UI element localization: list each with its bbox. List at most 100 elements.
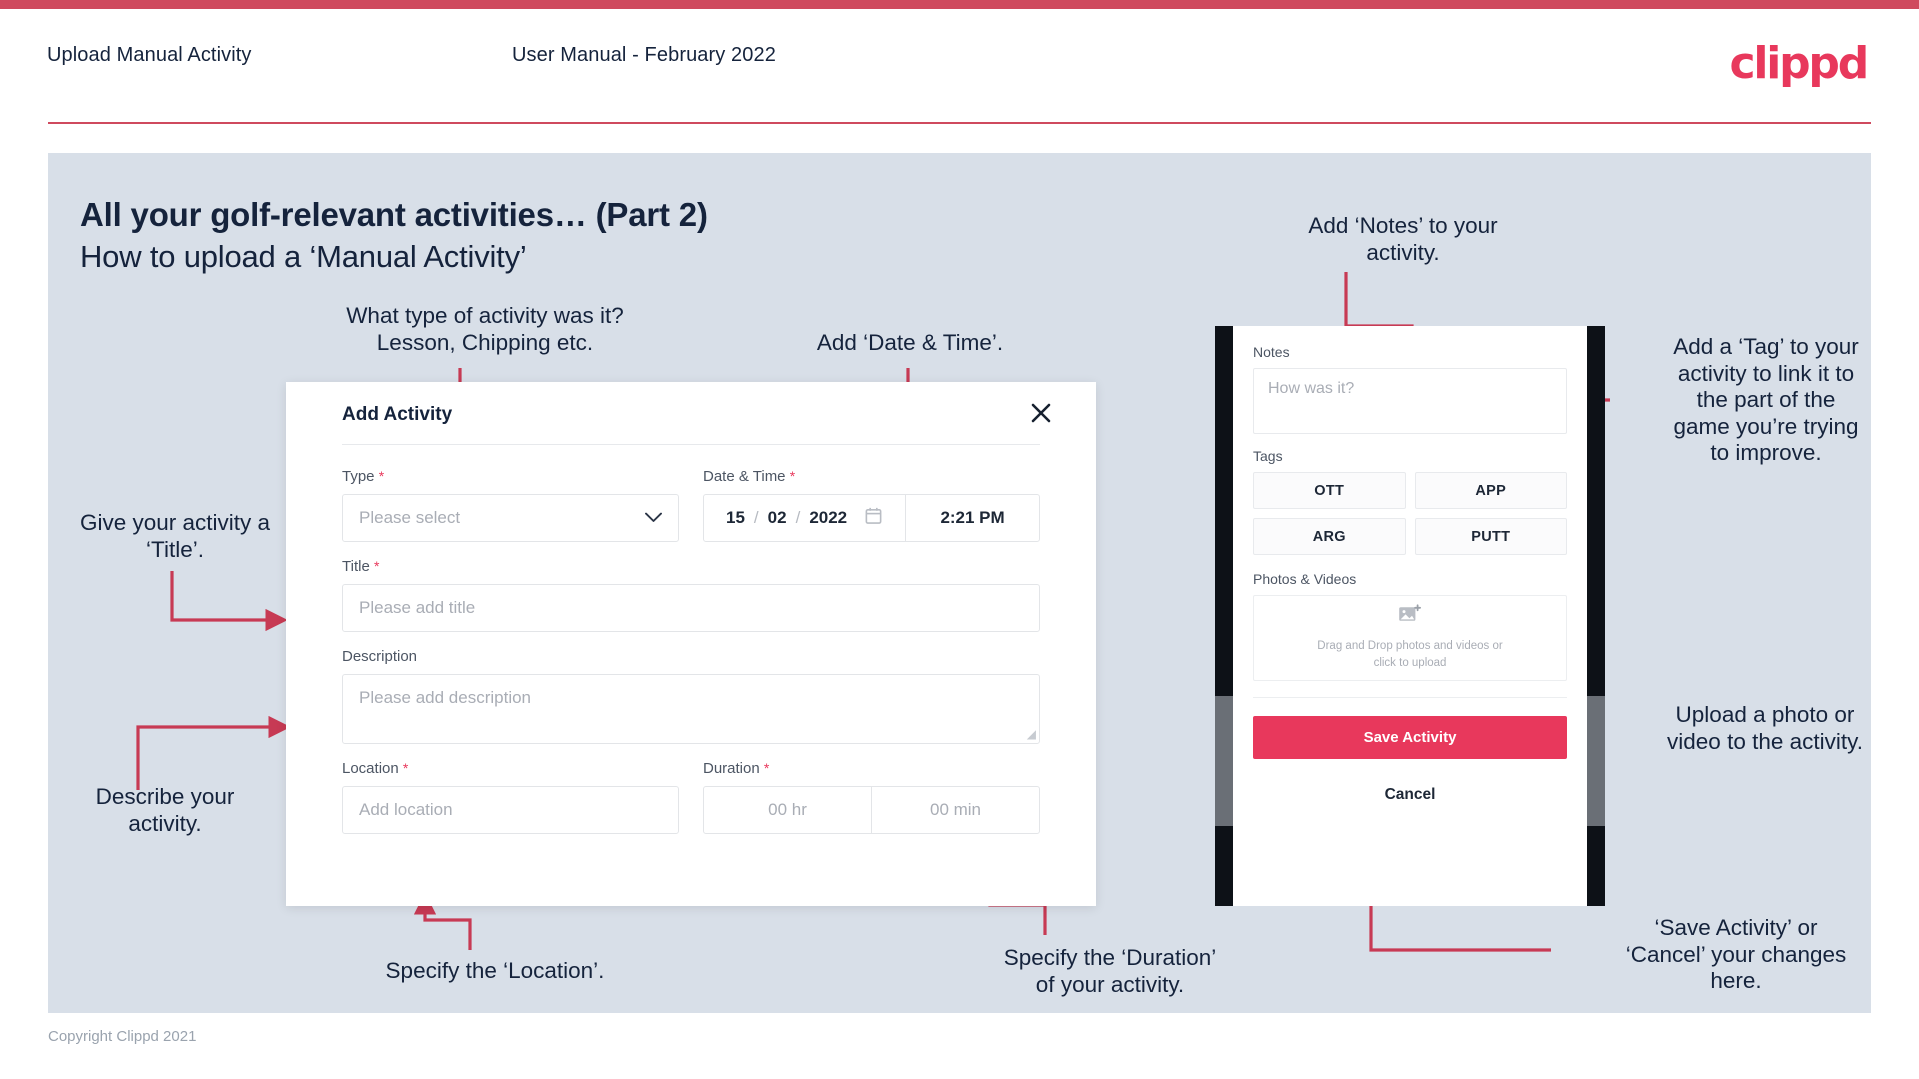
- description-label: Description: [342, 648, 1040, 665]
- annotation-duration: Specify the ‘Duration’ of your activity.: [1003, 945, 1217, 997]
- resize-grip-icon[interactable]: ◢: [1027, 727, 1036, 741]
- tag-button-arg[interactable]: ARG: [1253, 518, 1406, 555]
- row-location-duration: Location * Add location Duration * 00 hr: [342, 760, 1040, 834]
- save-activity-button[interactable]: Save Activity: [1253, 716, 1567, 759]
- title-label-text: Title: [342, 558, 370, 575]
- date-sep-2: /: [795, 508, 801, 527]
- date-input[interactable]: 15 / 02 / 2022: [704, 495, 907, 541]
- chevron-down-icon: [645, 510, 662, 527]
- location-input[interactable]: Add location: [342, 786, 679, 834]
- duration-minutes-input[interactable]: 00 min: [872, 787, 1039, 833]
- date-month: 02: [767, 508, 787, 527]
- type-required-asterisk: *: [378, 468, 385, 484]
- phone-tags-grid: OTT APP ARG PUTT: [1253, 472, 1567, 555]
- phone-notes-label: Notes: [1253, 344, 1290, 360]
- phone-tags-label: Tags: [1253, 448, 1283, 464]
- top-accent-strip: [0, 0, 1919, 9]
- duration-required-asterisk: *: [763, 760, 770, 776]
- duration-label: Duration *: [703, 760, 1040, 777]
- datetime-label-text: Date & Time: [703, 468, 786, 485]
- title-placeholder: Please add title: [359, 598, 476, 617]
- title-required-asterisk: *: [373, 558, 380, 574]
- tag-button-ott[interactable]: OTT: [1253, 472, 1406, 509]
- date-day: 15: [726, 508, 745, 527]
- datetime-label: Date & Time *: [703, 468, 1040, 485]
- phone-notes-group: Notes How was it?: [1253, 344, 1567, 434]
- phone-divider: [1253, 697, 1567, 698]
- datetime-field: 15 / 02 / 2022 2:21 PM: [703, 494, 1040, 542]
- dialog-divider: [342, 444, 1040, 445]
- field-group-location: Location * Add location: [342, 760, 679, 834]
- phone-upload-dropzone[interactable]: Drag and Drop photos and videos or click…: [1253, 595, 1567, 681]
- dialog-body: Type * Please select Date & Time * 15 / …: [342, 468, 1040, 834]
- add-image-icon: [1398, 604, 1422, 631]
- header-divider: [48, 122, 1871, 124]
- dialog-title: Add Activity: [342, 404, 453, 425]
- phone-bezel-left: [1215, 326, 1233, 906]
- location-placeholder: Add location: [359, 800, 453, 819]
- field-group-datetime: Date & Time * 15 / 02 / 2022 2:21 PM: [703, 468, 1040, 542]
- phone-photos-label: Photos & Videos: [1253, 571, 1357, 587]
- type-placeholder: Please select: [359, 508, 461, 527]
- header-title: Upload Manual Activity: [47, 44, 252, 66]
- phone-upload-caption: Drag and Drop photos and videos or click…: [1317, 638, 1502, 671]
- type-select[interactable]: Please select: [342, 494, 679, 542]
- annotation-description: Describe your activity.: [95, 784, 235, 836]
- cancel-button[interactable]: Cancel: [1233, 786, 1587, 804]
- date-sep-1: /: [753, 508, 759, 527]
- annotation-tags: Add a ‘Tag’ to your activity to link it …: [1673, 334, 1859, 466]
- type-label-text: Type: [342, 468, 375, 485]
- field-group-description: Description Please add description ◢: [342, 648, 1040, 744]
- tag-button-app[interactable]: APP: [1414, 472, 1567, 509]
- dialog-header: Add Activity: [286, 382, 1096, 445]
- phone-screen: Notes How was it? Tags OTT APP ARG PUTT: [1233, 326, 1587, 906]
- field-group-type: Type * Please select: [342, 468, 679, 542]
- date-year: 2022: [809, 508, 848, 527]
- phone-tags-group: Tags OTT APP ARG PUTT: [1253, 448, 1567, 555]
- add-activity-dialog: Add Activity Type * Please select Date &…: [286, 382, 1096, 906]
- duration-field: 00 hr 00 min: [703, 786, 1040, 834]
- phone-content: Notes How was it? Tags OTT APP ARG PUTT: [1233, 326, 1587, 681]
- field-group-duration: Duration * 00 hr 00 min: [703, 760, 1040, 834]
- page-subtitle: How to upload a ‘Manual Activity’: [80, 239, 527, 274]
- annotation-upload: Upload a photo or video to the activity.: [1667, 702, 1863, 754]
- copyright-text: Copyright Clippd 2021: [48, 1028, 197, 1045]
- phone-notes-textarea[interactable]: How was it?: [1253, 368, 1567, 434]
- phone-upload-line1: Drag and Drop photos and videos or: [1317, 640, 1503, 653]
- annotation-save: ‘Save Activity’ or ‘Cancel’ your changes…: [1625, 915, 1847, 994]
- location-label-text: Location: [342, 760, 399, 777]
- location-label: Location *: [342, 760, 679, 777]
- location-required-asterisk: *: [402, 760, 409, 776]
- time-input[interactable]: 2:21 PM: [906, 495, 1039, 541]
- duration-minutes-placeholder: 00 min: [929, 800, 982, 819]
- tag-button-putt[interactable]: PUTT: [1414, 518, 1567, 555]
- close-icon[interactable]: [1024, 396, 1058, 430]
- duration-hours-input[interactable]: 00 hr: [704, 787, 872, 833]
- datetime-required-asterisk: *: [789, 468, 796, 484]
- description-textarea[interactable]: Please add description ◢: [342, 674, 1040, 744]
- description-label-text: Description: [342, 648, 418, 665]
- phone-upload-line2: click to upload: [1373, 657, 1447, 669]
- duration-label-text: Duration: [703, 760, 760, 777]
- phone-bezel-right: [1587, 326, 1605, 906]
- phone-photos-group: Photos & Videos Drag and Drop photos and…: [1253, 571, 1567, 681]
- type-label: Type *: [342, 468, 679, 485]
- title-label: Title *: [342, 558, 1040, 575]
- time-value: 2:21 PM: [940, 508, 1005, 527]
- row-type-datetime: Type * Please select Date & Time * 15 / …: [342, 468, 1040, 542]
- calendar-icon[interactable]: [864, 506, 883, 530]
- title-input[interactable]: Please add title: [342, 584, 1040, 632]
- annotation-type: What type of activity was it? Lesson, Ch…: [346, 303, 624, 355]
- description-placeholder: Please add description: [359, 688, 532, 707]
- annotation-notes: Add ‘Notes’ to your activity.: [1308, 213, 1498, 265]
- slide-page: Upload Manual Activity User Manual - Feb…: [0, 0, 1919, 1079]
- annotation-datetime: Add ‘Date & Time’.: [816, 330, 1004, 355]
- duration-hours-placeholder: 00 hr: [768, 800, 807, 819]
- annotation-title: Give your activity a ‘Title’.: [79, 510, 271, 562]
- field-group-title: Title * Please add title: [342, 558, 1040, 632]
- phone-notes-placeholder: How was it?: [1268, 380, 1355, 397]
- phone-mockup: Notes How was it? Tags OTT APP ARG PUTT: [1215, 326, 1605, 906]
- page-title: All your golf-relevant activities… (Part…: [80, 196, 708, 233]
- annotation-location: Specify the ‘Location’.: [385, 958, 605, 983]
- header-subtitle: User Manual - February 2022: [512, 44, 776, 66]
